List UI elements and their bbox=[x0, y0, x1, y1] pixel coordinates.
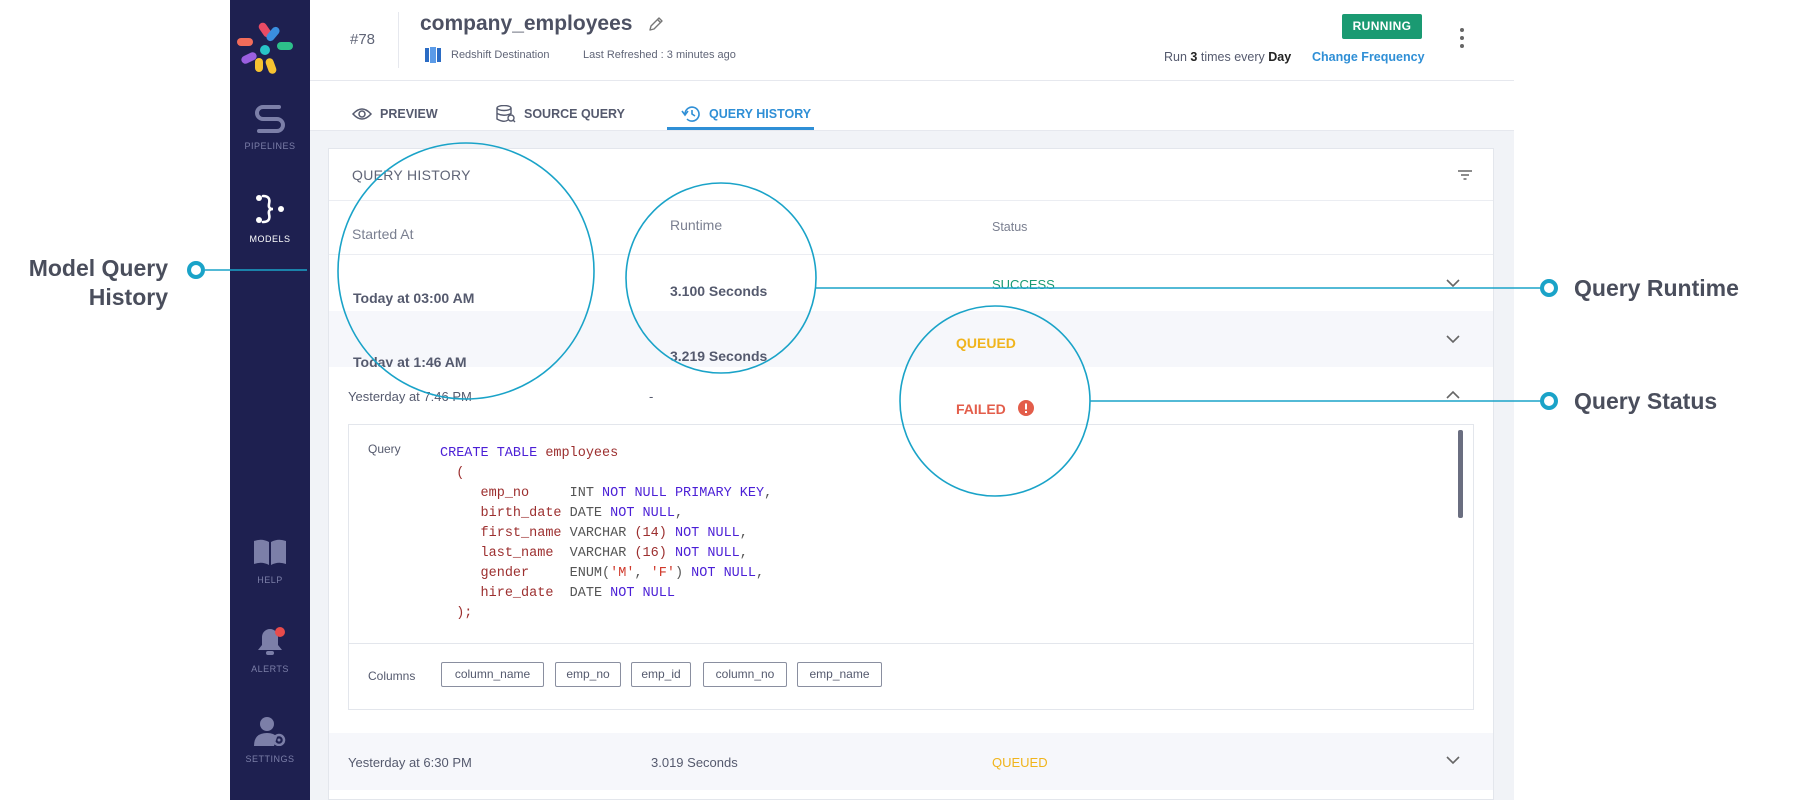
callout-label-status: Query Status bbox=[1574, 388, 1718, 414]
callout-circle-history bbox=[337, 142, 595, 400]
callout-dot-status bbox=[1540, 392, 1558, 410]
callout-circle-status bbox=[899, 305, 1091, 497]
callout-dot-history bbox=[187, 261, 205, 279]
callout-dot-runtime bbox=[1540, 279, 1558, 297]
callout-line: Model Query bbox=[28, 255, 168, 281]
callout-label-runtime: Query Runtime bbox=[1574, 275, 1739, 301]
callout-overlay bbox=[187, 142, 1558, 497]
callout-label-history: Model Query History bbox=[20, 254, 168, 312]
callout-line: History bbox=[88, 284, 168, 310]
callout-circle-runtime bbox=[625, 182, 817, 374]
